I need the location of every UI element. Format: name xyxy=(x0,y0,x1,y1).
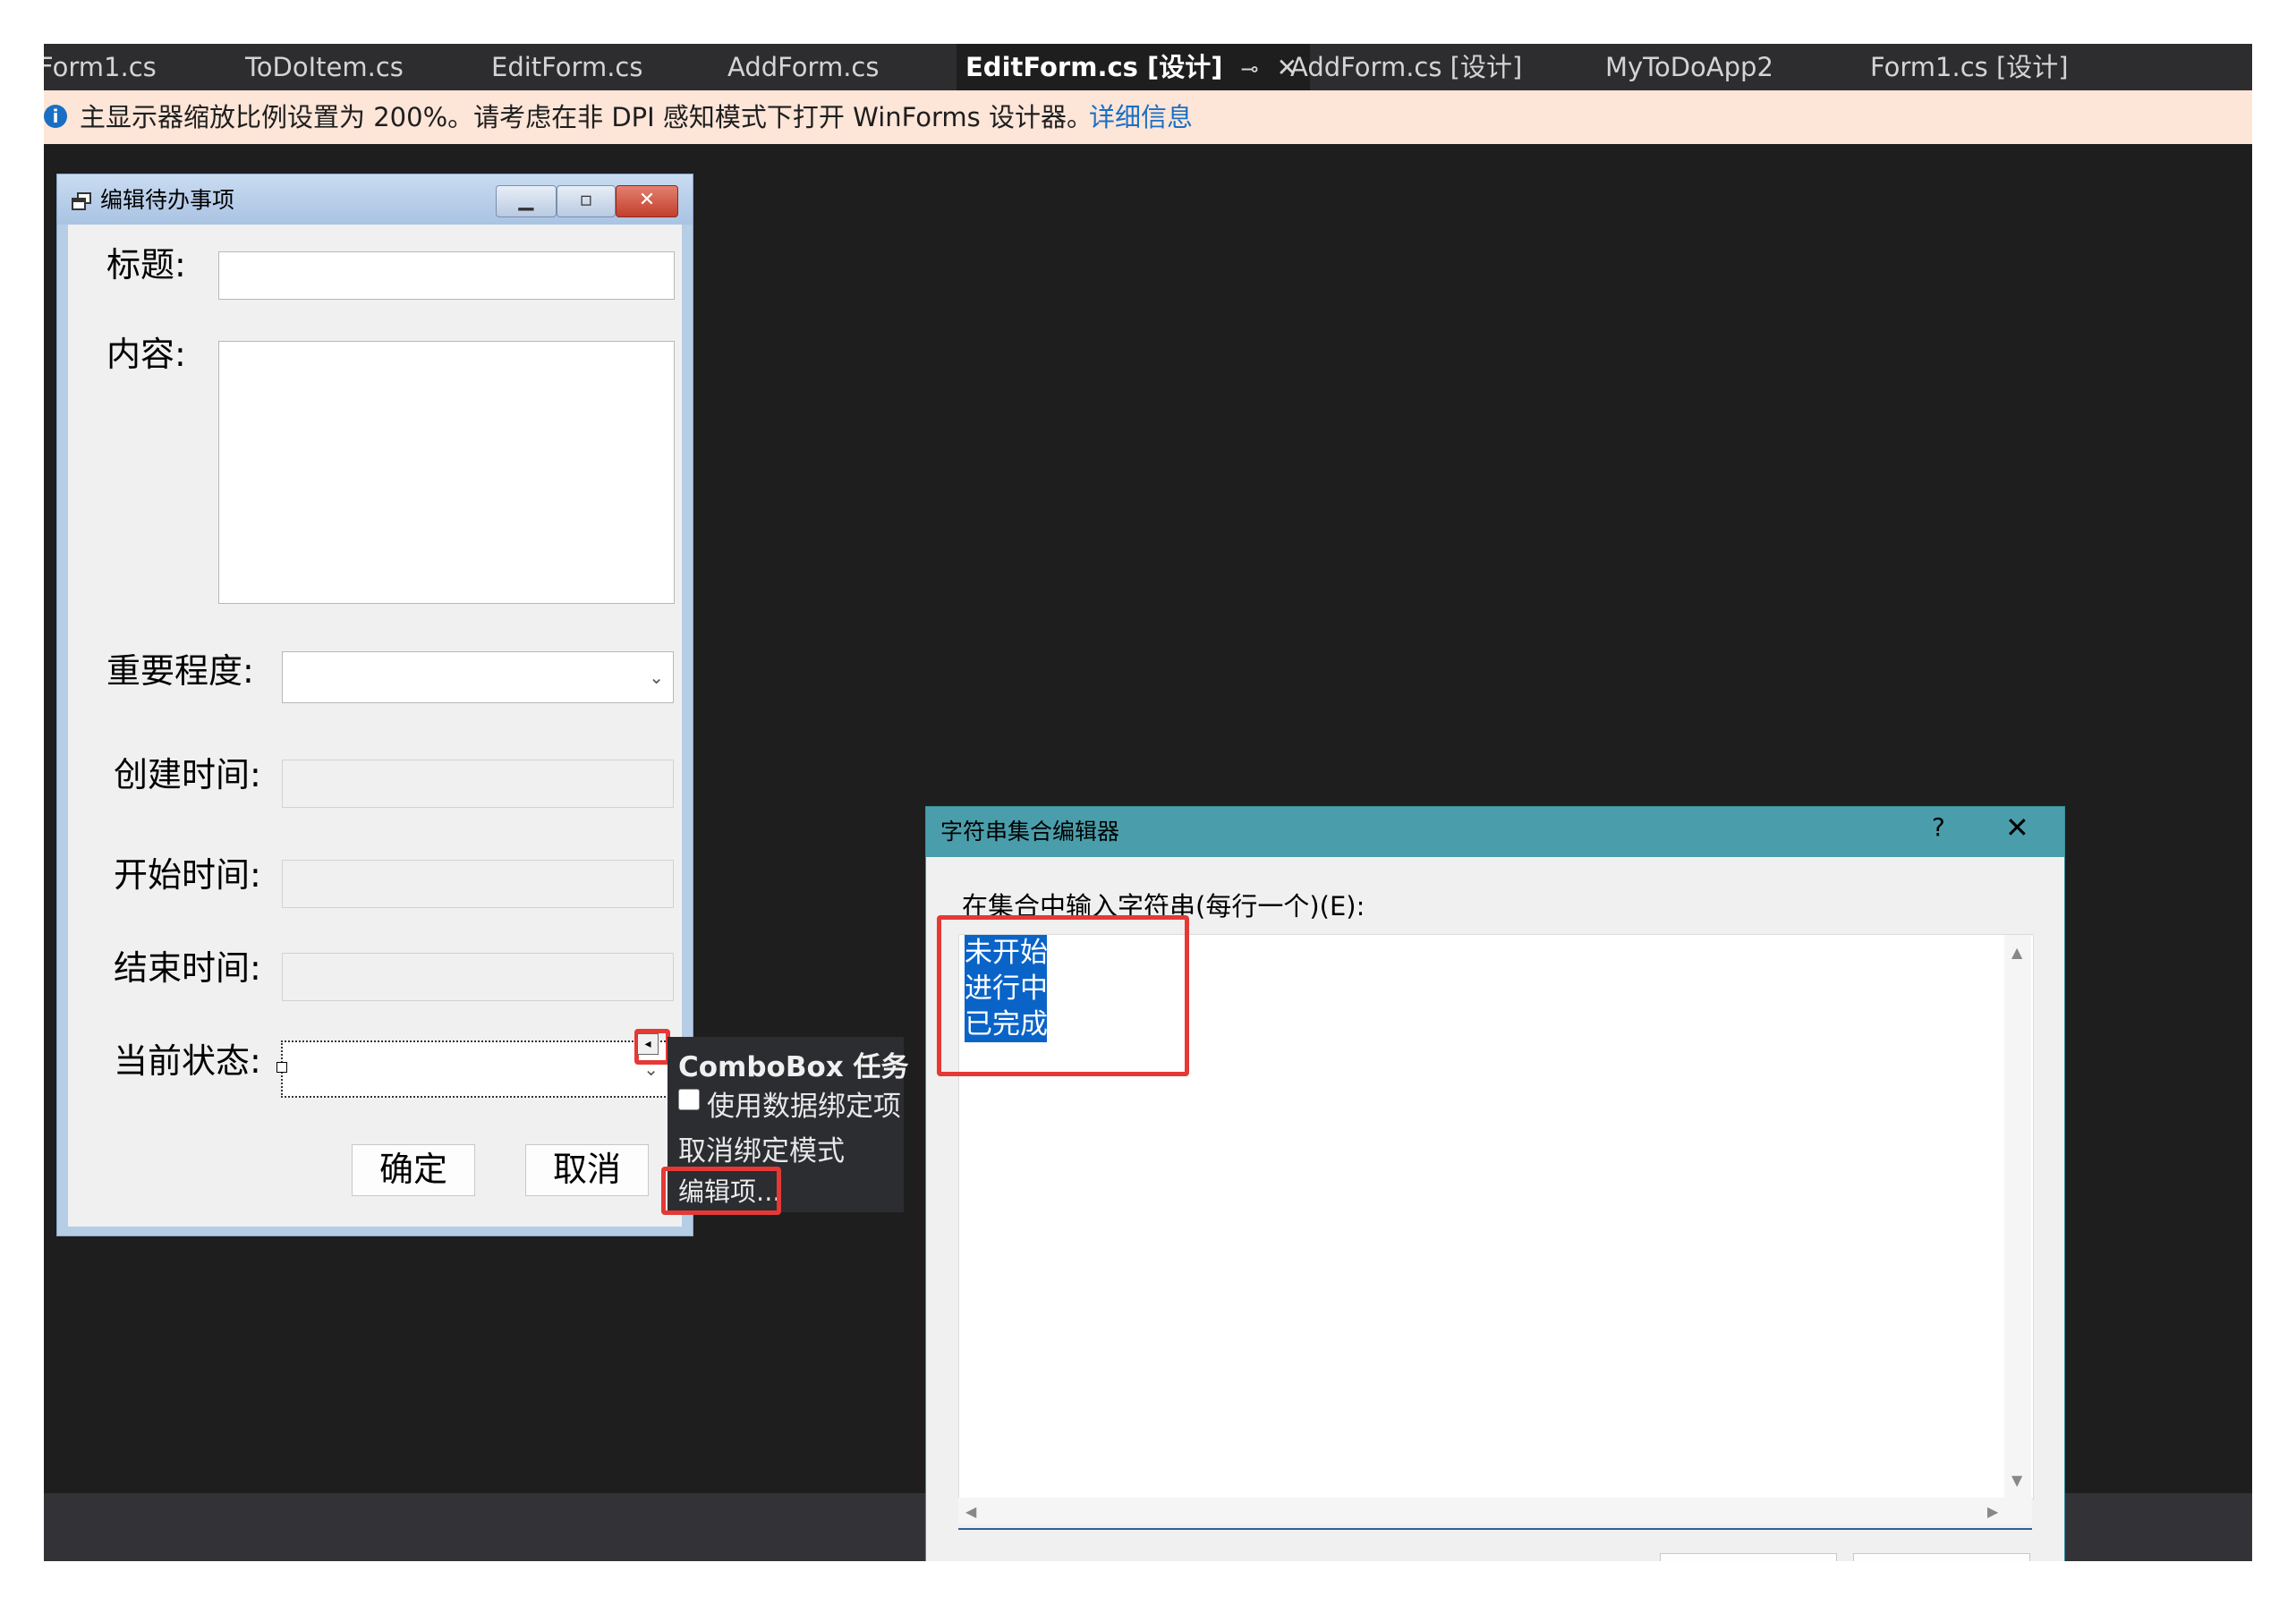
horizontal-scrollbar[interactable]: ◀ ▶ xyxy=(958,1498,2032,1524)
editor-cancel-button[interactable] xyxy=(1853,1553,2030,1561)
tab-addform-design[interactable]: AddForm.cs [设计] xyxy=(1290,44,1522,90)
form-close-icon[interactable]: ✕ xyxy=(616,185,678,217)
edit-items-highlight xyxy=(661,1167,781,1215)
info-icon: i xyxy=(44,105,67,128)
chevron-down-icon: ⌄ xyxy=(649,667,664,688)
maximize-icon[interactable]: ▫ xyxy=(557,185,616,217)
created-time-label: 创建时间: xyxy=(114,755,261,794)
use-data-bound-checkbox[interactable] xyxy=(678,1089,700,1110)
importance-label: 重要程度: xyxy=(106,651,254,691)
editor-title-bar: 字符串集合编辑器 ? ✕ xyxy=(926,807,2064,857)
items-highlight xyxy=(937,915,1189,1076)
status-label: 当前状态: xyxy=(114,1041,261,1081)
details-link[interactable]: 详细信息 xyxy=(1089,90,1193,144)
tab-addform-cs[interactable]: AddForm.cs xyxy=(727,44,879,90)
scroll-left-icon[interactable]: ◀ xyxy=(965,1503,976,1520)
end-time-label: 结束时间: xyxy=(114,948,261,988)
title-label: 标题: xyxy=(106,245,186,284)
textarea-focus-underline xyxy=(958,1528,2032,1530)
selection-handle[interactable] xyxy=(276,1062,287,1073)
form-title-bar: 编辑待办事项 ▁ ▫ ✕ xyxy=(57,174,693,225)
tab-editform-cs[interactable]: EditForm.cs xyxy=(491,44,642,90)
importance-combobox[interactable]: ⌄ xyxy=(282,651,674,703)
status-combobox[interactable]: ⌄ xyxy=(281,1040,669,1098)
scroll-down-icon[interactable]: ▼ xyxy=(2011,1472,2022,1489)
editor-ok-button[interactable] xyxy=(1660,1553,1837,1561)
use-data-bound-label[interactable]: 使用数据绑定项 xyxy=(707,1083,901,1124)
title-textbox[interactable] xyxy=(218,251,675,300)
start-time-textbox[interactable] xyxy=(282,860,674,908)
ok-button[interactable]: 确定 xyxy=(352,1144,475,1196)
smart-tag-arrow-icon[interactable]: ◂ xyxy=(637,1033,659,1055)
content-textbox[interactable] xyxy=(218,341,675,604)
document-tab-bar: Form1.cs ToDoItem.cs EditForm.cs AddForm… xyxy=(44,44,2252,90)
cancel-button[interactable]: 取消 xyxy=(525,1144,649,1196)
combobox-tasks-title: ComboBox 任务 xyxy=(678,1051,909,1083)
ide-workspace: Form1.cs ToDoItem.cs EditForm.cs AddForm… xyxy=(44,44,2252,1561)
editor-title: 字符串集合编辑器 xyxy=(940,819,1120,845)
form-window-icon xyxy=(72,192,91,210)
form-title: 编辑待办事项 xyxy=(100,187,235,213)
edit-form-window[interactable]: 编辑待办事项 ▁ ▫ ✕ 标题: 内容: 重要程度: ⌄ 创建时间: 开始时间:… xyxy=(56,174,693,1236)
end-time-textbox[interactable] xyxy=(282,953,674,1001)
pin-icon[interactable]: ⊸ xyxy=(1241,46,1259,92)
tab-editform-design[interactable]: EditForm.cs [设计] ⊸ ✕ xyxy=(957,44,1311,92)
tab-form1-cs[interactable]: Form1.cs xyxy=(44,44,157,90)
scroll-up-icon[interactable]: ▲ xyxy=(2011,944,2022,961)
tab-mytodoapp2[interactable]: MyToDoApp2 xyxy=(1605,44,1773,90)
content-label: 内容: xyxy=(106,335,186,374)
unbind-mode-link[interactable]: 取消绑定模式 xyxy=(678,1128,845,1168)
form-client-area: 标题: 内容: 重要程度: ⌄ 创建时间: 开始时间: 结束时间: 当前状态: … xyxy=(68,225,682,1227)
vertical-scrollbar[interactable]: ▲ ▼ xyxy=(2004,935,2031,1499)
created-time-textbox[interactable] xyxy=(282,760,674,808)
info-message: 主显示器缩放比例设置为 200%。请考虑在非 DPI 感知模式下打开 WinFo… xyxy=(80,102,1093,132)
close-icon[interactable]: ✕ xyxy=(2005,811,2029,845)
tab-todoitem-cs[interactable]: ToDoItem.cs xyxy=(245,44,404,90)
start-time-label: 开始时间: xyxy=(114,855,261,895)
dpi-info-bar: i 主显示器缩放比例设置为 200%。请考虑在非 DPI 感知模式下打开 Win… xyxy=(44,90,2252,144)
minimize-icon[interactable]: ▁ xyxy=(496,185,557,217)
tab-form1-design[interactable]: Form1.cs [设计] xyxy=(1870,44,2069,90)
help-button[interactable]: ? xyxy=(1932,812,1945,842)
scroll-right-icon[interactable]: ▶ xyxy=(1987,1503,1998,1520)
